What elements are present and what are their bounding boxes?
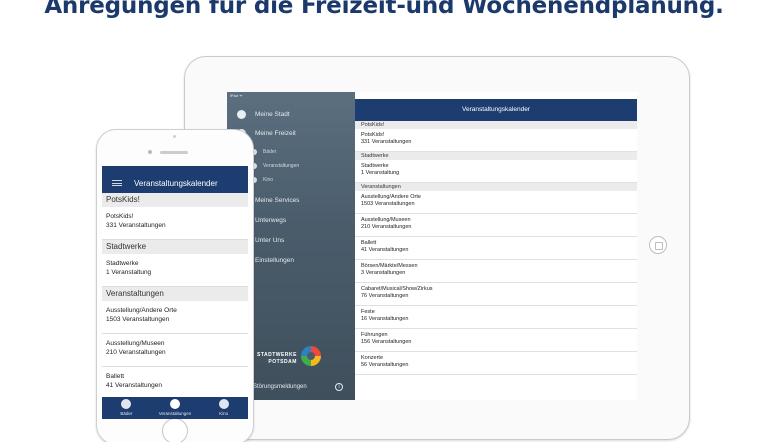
list-item-count: 331 Veranstaltungen — [361, 139, 412, 145]
sidebar-item-stoerungsmeldungen[interactable]: Störungsmeldungen — [253, 384, 307, 390]
list-item-title: Ballett — [106, 373, 125, 380]
phone-sensor — [173, 135, 176, 138]
list-item-title: Stadtwerke — [106, 260, 139, 267]
list-item[interactable]: Ausstellung/Andere Orte 1503 Veranstaltun… — [102, 301, 248, 334]
list-item[interactable]: Ballett 41 Veranstaltungen — [355, 237, 637, 260]
list-item-title: Ausstellung/Museen — [361, 217, 411, 223]
device-label: iPad ᯤ — [230, 93, 243, 98]
list-item[interactable]: Konzerte 56 Veranstaltungen — [355, 352, 637, 375]
tab-label: Kino — [219, 411, 229, 416]
info-icon[interactable]: i — [335, 383, 343, 391]
list-item-count: 56 Veranstaltungen — [361, 362, 409, 368]
list-item-count: 1 Veranstaltung — [106, 269, 152, 276]
tablet-main-panel: Veranstaltungskalender PotsKids! PotsKids… — [355, 92, 637, 400]
list-item-title: PotsKids! — [361, 132, 385, 138]
stadtwerke-logo-icon — [301, 346, 321, 366]
list-item-title: Stadtwerke — [361, 163, 389, 169]
list-item[interactable]: Feste 16 Veranstaltungen — [355, 306, 637, 329]
list-item[interactable]: Stadtwerke 1 Veranstaltung — [102, 254, 248, 287]
list-item-title: Konzerte — [361, 355, 384, 361]
section-header: Stadtwerke — [355, 152, 637, 160]
list-item-count: 210 Veranstaltungen — [106, 349, 166, 356]
list-item[interactable]: Ausstellung/Museen 210 Veranstaltungen — [355, 214, 637, 237]
tablet-home-button — [649, 236, 667, 254]
list-item-title: Führungen — [361, 332, 388, 338]
list-item[interactable]: Ausstellung/Museen 210 Veranstaltungen — [102, 334, 248, 367]
list-item-title: Ausstellung/Andere Orte — [106, 307, 177, 314]
list-item-title: Ausstellung/Andere Orte — [361, 194, 421, 200]
tab-1[interactable]: Veranstaltungen — [151, 397, 200, 419]
phone-event-list: PotsKids! PotsKids! 331 Veranstaltungen Sta… — [102, 193, 248, 419]
section-header: PotsKids! — [355, 121, 637, 129]
section-header: Veranstaltungen — [102, 287, 248, 301]
film-reel-icon — [218, 399, 229, 409]
tab-label: Bäder — [120, 411, 133, 416]
list-item-title: Ausstellung/Museen — [106, 340, 165, 347]
tablet-event-list: PotsKids! PotsKids! 331 Veranstaltungen Sta… — [355, 121, 637, 375]
list-item-count: 41 Veranstaltungen — [361, 247, 409, 253]
phone-home-button — [162, 418, 188, 442]
list-item-title: Cabaret/Musical/Show/Zirkus — [361, 286, 433, 292]
list-item-count: 1 Veranstaltung — [361, 170, 400, 176]
tab-label: Veranstaltungen — [158, 411, 192, 416]
list-item-count: 16 Veranstaltungen — [361, 316, 409, 322]
swimmer-icon — [121, 399, 132, 409]
list-item-count: 210 Veranstaltungen — [361, 224, 412, 230]
phone-header-title: Veranstaltungskalender — [134, 179, 218, 188]
sidebar-item-meine-stadt[interactable]: Meine Stadt — [227, 111, 355, 118]
calendar-icon — [169, 399, 180, 409]
headline: Anregungen für die Freizeit-und Wochenen… — [44, 0, 724, 19]
list-item[interactable]: Stadtwerke 1 Veranstaltung — [355, 160, 637, 183]
list-item[interactable]: Börsen/Märkte/Messen3 Veranstaltungen — [355, 260, 637, 283]
list-item[interactable]: Ausstellung/Andere Orte 1503 Veranstaltun… — [355, 191, 637, 214]
list-item[interactable]: PotsKids! 331 Veranstaltungen — [102, 207, 248, 240]
phone-tab-bar: Bäder Veranstaltungen Kino — [102, 397, 248, 419]
list-item-title: PotsKids! — [106, 213, 134, 220]
list-item-count: 3 Veranstaltungen — [361, 270, 406, 276]
list-item[interactable]: Führungen 156 Veranstaltungen — [355, 329, 637, 352]
marketing-stage: Anregungen für die Freizeit-und Wochenen… — [0, 0, 768, 442]
phone-header: Veranstaltungskalender — [102, 166, 248, 193]
hamburger-menu-icon[interactable] — [112, 180, 122, 186]
phone-camera — [148, 150, 152, 154]
list-item-count: 76 Veranstaltungen — [361, 293, 409, 299]
tab-2[interactable]: Kino — [199, 397, 248, 419]
stadtwerke-logo-text: STADTWERKE POTSDAM — [257, 352, 297, 366]
list-item[interactable]: Cabaret/Musical/Show/Zirkus 76 Veranstalt… — [355, 283, 637, 306]
section-header: Veranstaltungen — [355, 183, 637, 191]
list-item-title: Ballett — [361, 240, 377, 246]
list-item-title: Feste — [361, 309, 375, 315]
list-item-count: 1503 Veranstaltungen — [106, 316, 170, 323]
tablet-header-title: Veranstaltungskalender — [355, 99, 637, 121]
list-item[interactable]: Ballett 41 Veranstaltungen — [102, 367, 248, 400]
list-item-count: 1503 Veranstaltungen — [361, 201, 415, 207]
logo-line-2: POTSDAM — [268, 359, 297, 365]
logo-line-1: STADTWERKE — [257, 352, 297, 358]
section-header: PotsKids! — [102, 193, 248, 207]
list-item-count: 331 Veranstaltungen — [106, 222, 166, 229]
list-item[interactable]: PotsKids! 331 Veranstaltungen — [355, 129, 637, 152]
list-item-count: 156 Veranstaltungen — [361, 339, 412, 345]
phone-speaker — [160, 151, 188, 154]
tablet-screen: Meine Stadt Meine Freizeit Bäder Veranst… — [227, 92, 637, 400]
list-item-title: Börsen/Märkte/Messen — [361, 263, 418, 269]
phone-screen: Veranstaltungskalender PotsKids! PotsKids… — [102, 166, 248, 419]
list-item-count: 41 Veranstaltungen — [106, 382, 163, 389]
section-header: Stadtwerke — [102, 240, 248, 254]
tab-0[interactable]: Bäder — [102, 397, 151, 419]
